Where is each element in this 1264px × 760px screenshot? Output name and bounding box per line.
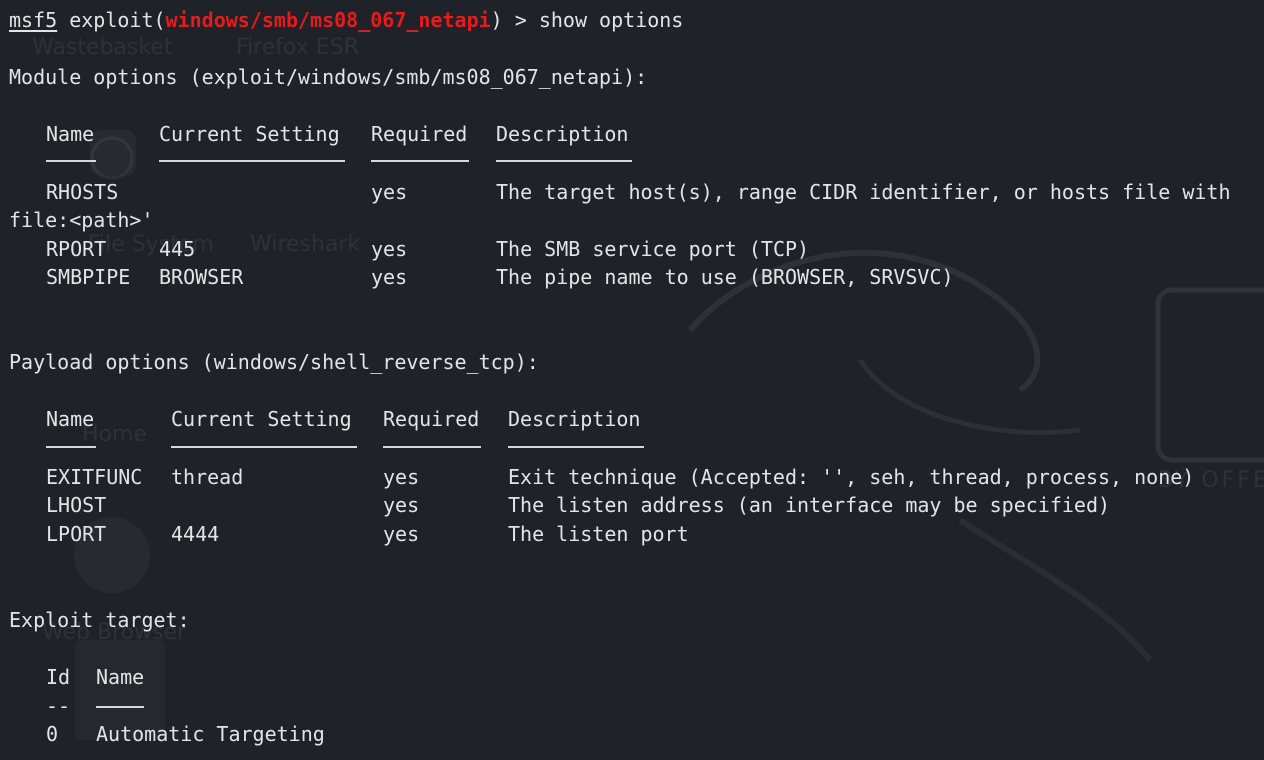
header-underline <box>508 446 644 448</box>
option-description: The pipe name to use (BROWSER, SRVSVC) <box>496 265 954 289</box>
col-header-name: Name <box>46 407 95 431</box>
option-required: yes <box>371 180 408 204</box>
target-id: 0 <box>46 722 59 746</box>
exploit-target-heading: Exploit target: <box>9 608 190 632</box>
header-underline <box>171 446 357 448</box>
command-text: show options <box>538 8 684 32</box>
option-required: yes <box>371 265 408 289</box>
col-header-description: Description <box>508 407 641 431</box>
col-header-required: Required <box>383 407 480 431</box>
header-underline <box>159 160 345 162</box>
option-name: EXITFUNC <box>46 465 143 489</box>
col-header-description: Description <box>496 122 629 146</box>
module-name: windows/smb/ms08_067_netapi <box>165 8 491 32</box>
prompt-arrow: > <box>514 8 527 32</box>
option-setting: 4444 <box>171 522 220 546</box>
option-name: RHOSTS <box>46 180 119 204</box>
col-header-name: Name <box>96 665 145 689</box>
header-underline <box>383 446 481 448</box>
col-header-setting: Current Setting <box>171 407 352 431</box>
option-required: yes <box>383 465 420 489</box>
option-name: LHOST <box>46 493 107 517</box>
option-description: The listen address (an interface may be … <box>508 493 1111 517</box>
prompt-line: msf5 exploit(windows/smb/ms08_067_netapi… <box>9 6 683 34</box>
option-description: The target host(s), range CIDR identifie… <box>496 180 1231 204</box>
payload-options-heading: Payload options (windows/shell_reverse_t… <box>9 350 539 374</box>
header-underline <box>496 160 632 162</box>
prompt-exploit-open: exploit( <box>69 8 166 32</box>
header-underline <box>371 160 469 162</box>
header-underline <box>46 446 96 448</box>
header-dashes: -- <box>46 694 71 718</box>
option-required: yes <box>383 522 420 546</box>
header-underline <box>46 160 96 162</box>
col-header-id: Id <box>46 665 71 689</box>
option-description: The SMB service port (TCP) <box>496 237 810 261</box>
module-options-heading: Module options (exploit/windows/smb/ms08… <box>9 65 648 89</box>
header-underline <box>96 706 144 708</box>
option-setting: 445 <box>159 237 196 261</box>
target-name: Automatic Targeting <box>96 722 325 746</box>
option-name: RPORT <box>46 237 107 261</box>
option-description-wrap: file:<path>' <box>9 208 154 232</box>
col-header-required: Required <box>371 122 468 146</box>
option-description: The listen port <box>508 522 689 546</box>
option-name: LPORT <box>46 522 107 546</box>
option-description: Exit technique (Accepted: '', seh, threa… <box>508 465 1195 489</box>
msf-prompt: msf5 <box>9 8 58 32</box>
option-required: yes <box>383 493 420 517</box>
col-header-name: Name <box>46 122 95 146</box>
option-required: yes <box>371 237 408 261</box>
option-name: SMBPIPE <box>46 265 131 289</box>
option-setting: BROWSER <box>159 265 244 289</box>
terminal-output[interactable]: msf5 exploit(windows/smb/ms08_067_netapi… <box>0 0 1264 760</box>
col-header-setting: Current Setting <box>159 122 340 146</box>
option-setting: thread <box>171 465 244 489</box>
prompt-exploit-close: ) <box>490 8 503 32</box>
